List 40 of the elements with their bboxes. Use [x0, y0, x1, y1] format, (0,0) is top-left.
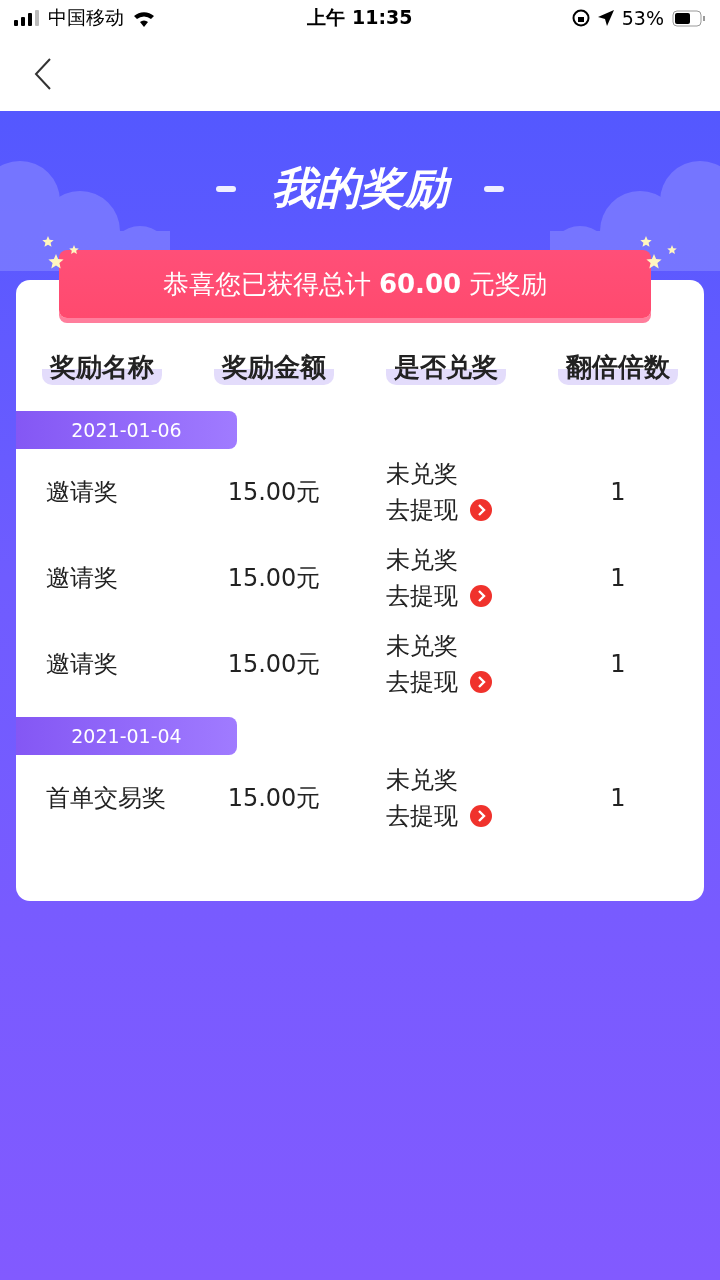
reward-name: 邀请奖 [45, 563, 119, 594]
multiplier-value: 1 [610, 564, 626, 592]
reward-name: 邀请奖 [45, 649, 119, 680]
signal-icon [14, 10, 40, 26]
redeem-status: 未兑奖 [386, 631, 459, 662]
carrier-name: 中国移动 [48, 5, 124, 30]
multiplier-value: 1 [610, 650, 626, 678]
multiplier-value: 1 [610, 478, 626, 506]
reward-amount: 15.00元 [227, 477, 321, 508]
reward-amount: 15.00元 [227, 649, 321, 680]
wifi-icon [132, 9, 156, 27]
reward-name: 首单交易奖 [45, 783, 167, 814]
withdraw-link[interactable]: 去提现 [386, 800, 532, 832]
battery-percent: 53% [621, 7, 664, 29]
battery-icon [672, 9, 706, 27]
withdraw-link[interactable]: 去提现 [386, 494, 532, 526]
column-header: 是否兑奖 [386, 350, 506, 385]
reward-amount: 15.00元 [227, 563, 321, 594]
chevron-icon [470, 671, 492, 693]
total-reward-text: 恭喜您已获得总计 60.00 元奖励 [162, 267, 548, 301]
withdraw-link[interactable]: 去提现 [386, 580, 532, 612]
chevron-icon [470, 585, 492, 607]
title-dash [216, 185, 236, 192]
location-arrow-icon [597, 10, 614, 26]
date-label: 2021-01-06 [16, 411, 237, 449]
redeem-status: 未兑奖 [386, 765, 459, 796]
chevron-icon [470, 499, 492, 521]
clock-time: 上午 11:35 [307, 5, 413, 30]
title-dash [484, 185, 504, 192]
redeem-status: 未兑奖 [386, 459, 459, 490]
withdraw-link[interactable]: 去提现 [386, 666, 532, 698]
reward-amount: 15.00元 [227, 783, 321, 814]
column-header: 翻倍倍数 [558, 350, 678, 385]
chevron-icon [470, 805, 492, 827]
rotation-lock-icon [571, 9, 590, 27]
column-header: 奖励金额 [214, 350, 334, 385]
reward-name: 邀请奖 [45, 477, 119, 508]
multiplier-value: 1 [610, 784, 626, 812]
redeem-status: 未兑奖 [386, 545, 459, 576]
date-label: 2021-01-04 [16, 717, 237, 755]
